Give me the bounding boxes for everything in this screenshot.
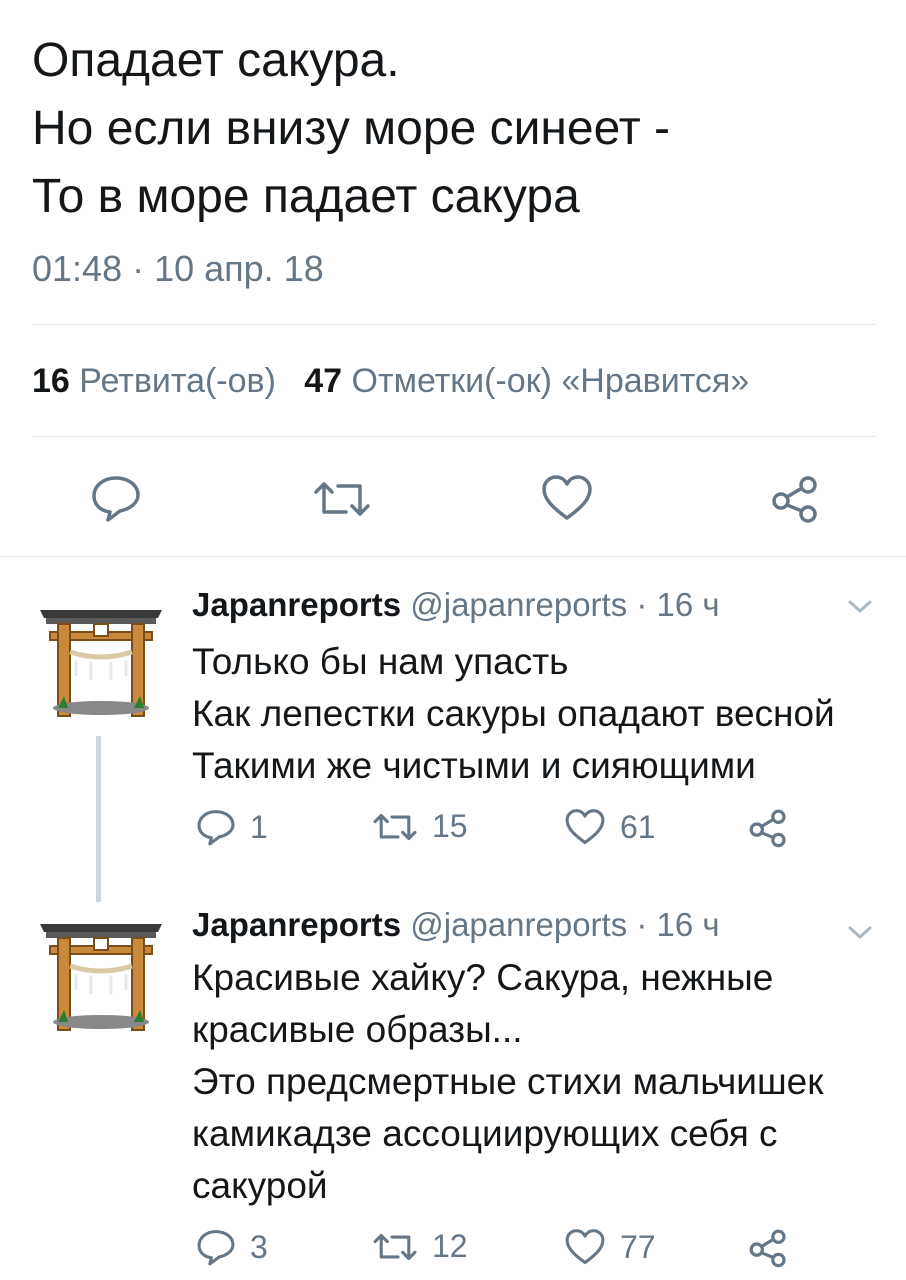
torii-gate-icon [40, 924, 162, 1031]
chevron-down-icon[interactable] [846, 596, 874, 621]
tweet-line: Опадает сакура. [32, 34, 400, 87]
chevron-down-icon[interactable] [846, 922, 874, 947]
retweet-button[interactable]: 15 [372, 808, 468, 845]
divider [0, 556, 906, 557]
torii-gate-icon [40, 610, 162, 717]
like-icon [565, 809, 605, 845]
like-icon [565, 1229, 605, 1265]
retweet-count: 16 [32, 362, 70, 400]
like-stat[interactable]: 47 Отметки(-ок) «Нравится» [304, 362, 749, 400]
retweet-icon [373, 1233, 417, 1260]
retweet-icon [373, 813, 417, 840]
reply-line: камикадзе ассоциирующих себя с [192, 1113, 778, 1154]
author-handle[interactable]: @japanreports [410, 586, 627, 623]
like-count: 61 [620, 808, 656, 845]
reply-count: 3 [250, 1228, 268, 1265]
reply-header: Japanreports @japanreports · 16 ч [192, 906, 720, 944]
reply-line: Такими же чистыми и сияющими [192, 745, 756, 786]
share-icon[interactable] [770, 474, 820, 524]
retweet-label: Ретвита(-ов) [79, 362, 276, 400]
like-button[interactable]: 77 [564, 1228, 656, 1266]
reply-line: красивые образы... [192, 1009, 523, 1050]
reply-button[interactable]: 3 [196, 1228, 268, 1266]
author-name[interactable]: Japanreports [192, 906, 401, 943]
retweet-count: 15 [432, 808, 468, 844]
share-icon[interactable] [748, 1228, 788, 1268]
reply-time: · 16 ч [636, 906, 720, 943]
reply-icon[interactable] [90, 474, 142, 522]
reply-icon [197, 810, 235, 846]
thread-connector [96, 736, 101, 902]
like-count: 77 [620, 1228, 656, 1265]
like-count: 47 [304, 362, 343, 400]
author-name[interactable]: Japanreports [192, 586, 401, 623]
author-handle[interactable]: @japanreports [410, 906, 627, 943]
reply-button[interactable]: 1 [196, 808, 268, 846]
divider [32, 324, 876, 325]
like-icon[interactable] [540, 474, 594, 522]
reply-header: Japanreports @japanreports · 16 ч [192, 586, 720, 624]
reply-time: · 16 ч [636, 586, 720, 623]
tweet-line: То в море падает сакура [32, 170, 580, 223]
reply-icon [197, 1230, 235, 1266]
tweet-line: Но если внизу море синеет - [32, 102, 671, 155]
like-button[interactable]: 61 [564, 808, 656, 846]
reply-text: Красивые хайку? Сакура, нежные красивые … [192, 952, 882, 1212]
avatar[interactable] [36, 910, 166, 1040]
divider [32, 436, 876, 437]
reply-line: Как лепестки сакуры опадают весной [192, 693, 835, 734]
retweet-button[interactable]: 12 [372, 1228, 468, 1265]
reply-line: сакурой [192, 1165, 328, 1206]
retweet-count: 12 [432, 1228, 468, 1264]
reply-count: 1 [250, 808, 268, 845]
reply-line: Это предсмертные стихи мальчишек [192, 1061, 824, 1102]
retweet-stat[interactable]: 16 Ретвита(-ов) [32, 362, 276, 400]
retweet-icon[interactable] [312, 478, 372, 520]
tweet-timestamp[interactable]: 01:48 · 10 апр. 18 [32, 248, 324, 290]
reply-text: Только бы нам упасть Как лепестки сакуры… [192, 636, 882, 792]
tweet-stats: 16 Ретвита(-ов) 47 Отметки(-ок) «Нравитс… [32, 362, 749, 401]
avatar[interactable] [36, 596, 166, 726]
reply-line: Только бы нам упасть [192, 641, 569, 682]
like-label: Отметки(-ок) «Нравится» [351, 362, 750, 400]
reply-line: Красивые хайку? Сакура, нежные [192, 957, 774, 998]
share-icon[interactable] [748, 808, 788, 848]
